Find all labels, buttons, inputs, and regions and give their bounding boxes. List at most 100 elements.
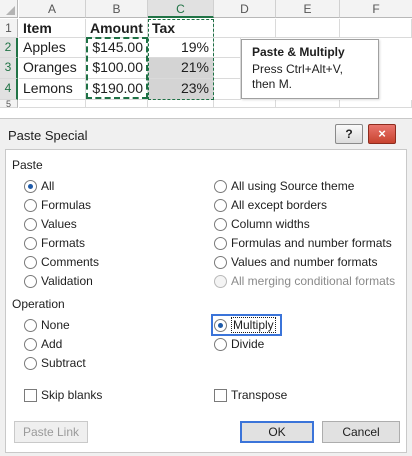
cell-f5[interactable]: [340, 100, 412, 108]
radio-dot-icon: [214, 337, 227, 351]
cell-b4[interactable]: $190.00: [86, 79, 148, 100]
row-header-4[interactable]: 4: [0, 79, 18, 100]
radio-dot-selected-icon: [24, 179, 37, 193]
paste-section-label: Paste: [12, 158, 43, 172]
radio-formats[interactable]: Formats: [24, 235, 85, 251]
cell-b2[interactable]: $145.00: [86, 38, 148, 58]
radio-dot-icon: [214, 236, 227, 250]
radio-dot-icon: [214, 274, 227, 288]
row-header-2[interactable]: 2: [0, 38, 18, 58]
radio-label: All except borders: [231, 198, 328, 212]
radio-none[interactable]: None: [24, 317, 70, 333]
cell-b3[interactable]: $100.00: [86, 58, 148, 79]
radio-label: Formulas and number formats: [231, 236, 392, 250]
cell-a5[interactable]: [19, 100, 86, 108]
column-header-e[interactable]: E: [276, 0, 340, 18]
cell-e5[interactable]: [276, 100, 340, 108]
radio-label: All merging conditional formats: [231, 274, 396, 288]
cell-b5[interactable]: [86, 100, 148, 108]
radio-all-using-source-theme[interactable]: All using Source theme: [214, 178, 354, 194]
radio-values[interactable]: Values: [24, 216, 77, 232]
column-header-c[interactable]: C: [148, 0, 214, 18]
skip-blanks-checkbox[interactable]: Skip blanks: [24, 387, 102, 403]
radio-dot-icon: [24, 318, 37, 332]
column-header-a[interactable]: A: [19, 0, 86, 18]
radio-label: Formulas: [41, 198, 92, 212]
radio-values-and-number-formats[interactable]: Values and number formats: [214, 254, 378, 270]
radio-label: Column widths: [231, 217, 310, 231]
cell-c5[interactable]: [148, 100, 214, 108]
radio-dot-icon: [214, 198, 227, 212]
radio-dot-icon: [24, 217, 37, 231]
cell-c1[interactable]: Tax: [148, 19, 214, 38]
radio-dot-icon: [24, 198, 37, 212]
operation-section-label: Operation: [12, 297, 65, 311]
cell-f1[interactable]: [340, 19, 412, 38]
close-button[interactable]: ×: [368, 124, 396, 144]
tip-line-2: then M.: [252, 77, 293, 91]
radio-label: Validation: [41, 274, 93, 288]
radio-label: Subtract: [41, 356, 86, 370]
help-button[interactable]: ?: [335, 124, 363, 144]
radio-dot-icon: [214, 217, 227, 231]
select-all-corner[interactable]: [0, 0, 18, 18]
column-header-d[interactable]: D: [214, 0, 276, 18]
radio-label: All using Source theme: [231, 179, 355, 193]
radio-dot-icon: [214, 255, 227, 269]
cell-c2[interactable]: 19%: [148, 38, 214, 58]
spreadsheet: A B C D E F 1 2 3 4 5 Item Amount Tax Ap…: [0, 0, 412, 108]
radio-validation[interactable]: Validation: [24, 273, 93, 289]
radio-dot-icon: [24, 356, 37, 370]
checkbox-label: Transpose: [231, 388, 288, 402]
checkbox-icon: [24, 388, 37, 402]
cell-b1[interactable]: Amount: [86, 19, 148, 38]
row-header-3[interactable]: 3: [0, 58, 18, 79]
cell-d3[interactable]: [214, 58, 241, 79]
column-header-b[interactable]: B: [86, 0, 148, 18]
cancel-button[interactable]: Cancel: [322, 421, 400, 443]
radio-divide[interactable]: Divide: [214, 336, 264, 352]
radio-dot-icon: [24, 337, 37, 351]
radio-add[interactable]: Add: [24, 336, 62, 352]
radio-column-widths[interactable]: Column widths: [214, 216, 310, 232]
cell-a3[interactable]: Oranges: [19, 58, 86, 79]
radio-label: Values: [41, 217, 77, 231]
cell-e1[interactable]: [276, 19, 340, 38]
radio-label: Multiply: [231, 317, 276, 333]
cell-a4[interactable]: Lemons: [19, 79, 86, 100]
cell-d5[interactable]: [214, 100, 276, 108]
cell-d1[interactable]: [214, 19, 276, 38]
row-header-5[interactable]: 5: [0, 100, 18, 108]
paste-link-button: Paste Link: [14, 421, 88, 443]
column-header-f[interactable]: F: [340, 0, 412, 18]
radio-multiply[interactable]: Multiply: [211, 314, 282, 336]
dialog-body: Paste All Formulas Values Formats Commen…: [5, 149, 407, 453]
radio-dot-icon: [24, 274, 37, 288]
radio-formulas-and-number-formats[interactable]: Formulas and number formats: [214, 235, 392, 251]
cell-d2[interactable]: [214, 38, 241, 58]
radio-label: Divide: [231, 337, 265, 351]
radio-label: Comments: [41, 255, 100, 269]
radio-all-merging-conditional-formats: All merging conditional formats: [214, 273, 395, 289]
transpose-checkbox[interactable]: Transpose: [214, 387, 287, 403]
cell-c4[interactable]: 23%: [148, 79, 214, 100]
tip-callout: Paste & Multiply Press Ctrl+Alt+V, then …: [241, 39, 379, 99]
row-header-1[interactable]: 1: [0, 19, 18, 38]
radio-all-except-borders[interactable]: All except borders: [214, 197, 327, 213]
radio-label: None: [41, 318, 70, 332]
radio-subtract[interactable]: Subtract: [24, 355, 86, 371]
radio-comments[interactable]: Comments: [24, 254, 99, 270]
paste-special-dialog: Paste Special ? × Paste All Formulas Val…: [0, 118, 412, 456]
dialog-title: Paste Special: [8, 128, 88, 143]
cell-c3[interactable]: 21%: [148, 58, 214, 79]
radio-dot-icon: [24, 236, 37, 250]
radio-formulas[interactable]: Formulas: [24, 197, 91, 213]
radio-label: Values and number formats: [231, 255, 378, 269]
cell-a2[interactable]: Apples: [19, 38, 86, 58]
checkbox-icon: [214, 388, 227, 402]
radio-all[interactable]: All: [24, 178, 54, 194]
cell-a1[interactable]: Item: [19, 19, 86, 38]
radio-label: Add: [41, 337, 63, 351]
cell-d4[interactable]: [214, 79, 241, 100]
ok-button[interactable]: OK: [240, 421, 314, 443]
